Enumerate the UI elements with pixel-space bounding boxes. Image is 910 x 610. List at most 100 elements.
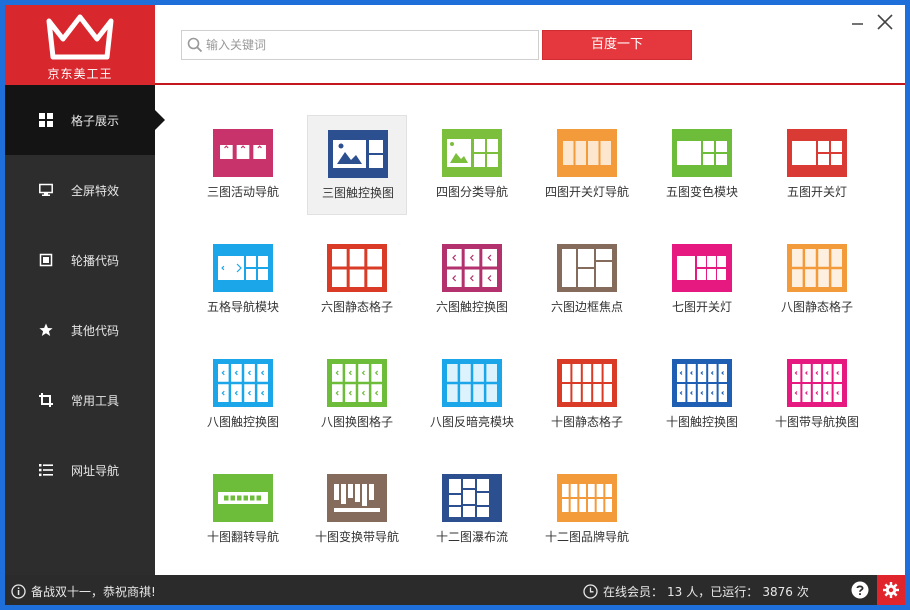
tile-label: 六图静态格子 <box>320 300 393 314</box>
tile-thumbnail-icon <box>787 129 847 177</box>
crop-icon <box>39 393 53 407</box>
tile-label: 十图变换带导航 <box>314 530 399 544</box>
monitor-icon <box>39 183 53 196</box>
tile[interactable]: 八图触控换图 <box>193 345 293 445</box>
tile-label: 十图静态格子 <box>550 415 623 429</box>
online-count: 13 <box>667 584 683 599</box>
online-unit: 人，已运行： <box>686 585 759 599</box>
tile-label: 八图静态格子 <box>780 300 853 314</box>
tile[interactable]: 八图换图格子 <box>307 345 407 445</box>
template-grid: 三图活动导航 三图触控换图 四图分类导航 四图开关灯导航 五图变色模块 五图开关… <box>155 85 905 575</box>
tile[interactable]: 五图开关灯 <box>767 115 867 215</box>
tile[interactable]: 十图触控换图 <box>652 345 752 445</box>
status-message-group: 备战双十一，恭祝商祺! <box>11 583 156 600</box>
tile[interactable]: 七图开关灯 <box>652 230 752 330</box>
search-icon <box>187 37 203 53</box>
tile[interactable]: 十二图品牌导航 <box>537 460 637 560</box>
run-unit: 次 <box>796 585 809 599</box>
tile[interactable]: 十图变换带导航 <box>307 460 407 560</box>
tile-thumbnail-icon <box>327 359 387 407</box>
info-icon <box>11 584 26 599</box>
tile-label: 十图触控换图 <box>665 415 738 429</box>
tile[interactable]: 六图边框焦点 <box>537 230 637 330</box>
tile[interactable]: 八图静态格子 <box>767 230 867 330</box>
tile-thumbnail-icon <box>672 129 732 177</box>
tile-thumbnail-icon <box>327 474 387 522</box>
tile[interactable]: 四图分类导航 <box>422 115 522 215</box>
tile-label: 八图换图格子 <box>320 415 393 429</box>
tile[interactable]: 十二图瀑布流 <box>422 460 522 560</box>
tile-thumbnail-icon <box>213 359 273 407</box>
tile-label: 五格导航模块 <box>206 300 279 314</box>
tile-thumbnail-icon <box>557 129 617 177</box>
tile[interactable]: 六图触控换图 <box>422 230 522 330</box>
tile-thumbnail-icon <box>557 359 617 407</box>
tile-label: 十二图品牌导航 <box>544 530 629 544</box>
tile-thumbnail-icon <box>787 359 847 407</box>
tile-label: 六图触控换图 <box>435 300 508 314</box>
tile[interactable]: 四图开关灯导航 <box>537 115 637 215</box>
star-icon <box>39 323 53 336</box>
frame-icon <box>39 253 53 267</box>
search-box[interactable] <box>181 30 539 60</box>
clock-icon <box>583 584 598 599</box>
tile-thumbnail-icon <box>328 130 388 178</box>
tile-label: 十二图瀑布流 <box>435 530 508 544</box>
tile[interactable]: 十图带导航换图 <box>767 345 867 445</box>
tile[interactable]: 三图活动导航 <box>193 115 293 215</box>
tile[interactable]: 十图静态格子 <box>537 345 637 445</box>
tile-label: 八图触控换图 <box>206 415 279 429</box>
search-button[interactable]: 百度一下 <box>542 30 692 60</box>
close-icon[interactable] <box>874 11 896 33</box>
sidebar: 格子展示 全屏特效 轮播代码 其他代码 常用工具 网址导航 <box>5 85 155 575</box>
tile-label: 十图翻转导航 <box>206 530 279 544</box>
tile-thumbnail-icon <box>442 129 502 177</box>
tile-label: 四图开关灯导航 <box>544 185 629 199</box>
tile-thumbnail-icon <box>442 474 502 522</box>
sidebar-item-other-code[interactable]: 其他代码 <box>5 295 155 365</box>
sidebar-item-common-tools[interactable]: 常用工具 <box>5 365 155 435</box>
minimize-icon[interactable] <box>847 11 869 33</box>
help-icon[interactable] <box>851 581 869 599</box>
tile[interactable]: 五图变色模块 <box>652 115 752 215</box>
sidebar-item-label: 轮播代码 <box>71 254 120 268</box>
tile[interactable]: 六图静态格子 <box>307 230 407 330</box>
run-count: 3876 <box>762 584 793 599</box>
crown-icon <box>46 14 114 60</box>
sidebar-item-label: 其他代码 <box>71 324 120 338</box>
status-message: 备战双十一，恭祝商祺! <box>31 585 156 599</box>
tile-label: 十图带导航换图 <box>774 415 859 429</box>
sidebar-item-carousel-code[interactable]: 轮播代码 <box>5 225 155 295</box>
tile-label: 七图开关灯 <box>671 300 732 314</box>
tile-thumbnail-icon <box>672 359 732 407</box>
tile[interactable]: 五格导航模块 <box>193 230 293 330</box>
tile-thumbnail-icon <box>787 244 847 292</box>
tile-thumbnail-icon <box>213 244 273 292</box>
tile-thumbnail-icon <box>213 474 273 522</box>
sidebar-item-label: 常用工具 <box>71 394 120 408</box>
tile-label: 五图开关灯 <box>786 185 847 199</box>
tile-label: 三图触控换图 <box>321 186 394 200</box>
tile[interactable]: 三图触控换图 <box>307 115 407 215</box>
tile[interactable]: 十图翻转导航 <box>193 460 293 560</box>
sidebar-item-url-navigation[interactable]: 网址导航 <box>5 435 155 505</box>
tile-thumbnail-icon <box>672 244 732 292</box>
app-window: 京东美工王 百度一下 格子展示 全屏特效 <box>5 5 905 605</box>
sidebar-item-label: 格子展示 <box>71 114 120 128</box>
gear-icon <box>883 582 899 598</box>
sidebar-item-fullscreen-effects[interactable]: 全屏特效 <box>5 155 155 225</box>
settings-button[interactable] <box>877 575 905 605</box>
tile-thumbnail-icon <box>213 129 273 177</box>
tile-thumbnail-icon <box>327 244 387 292</box>
tile-label: 六图边框焦点 <box>550 300 623 314</box>
sidebar-item-grid-display[interactable]: 格子展示 <box>5 85 155 155</box>
tile-label: 五图变色模块 <box>665 185 738 199</box>
list-icon <box>39 464 53 477</box>
search-input[interactable] <box>206 33 536 57</box>
online-label: 在线会员： <box>603 585 664 599</box>
status-bar: 备战双十一，恭祝商祺! 在线会员： 13 人，已运行： 3876 次 <box>5 575 905 605</box>
tile-label: 四图分类导航 <box>435 185 508 199</box>
tile-thumbnail-icon <box>442 359 502 407</box>
tile[interactable]: 八图反暗亮模块 <box>422 345 522 445</box>
app-logo: 京东美工王 <box>5 5 155 85</box>
